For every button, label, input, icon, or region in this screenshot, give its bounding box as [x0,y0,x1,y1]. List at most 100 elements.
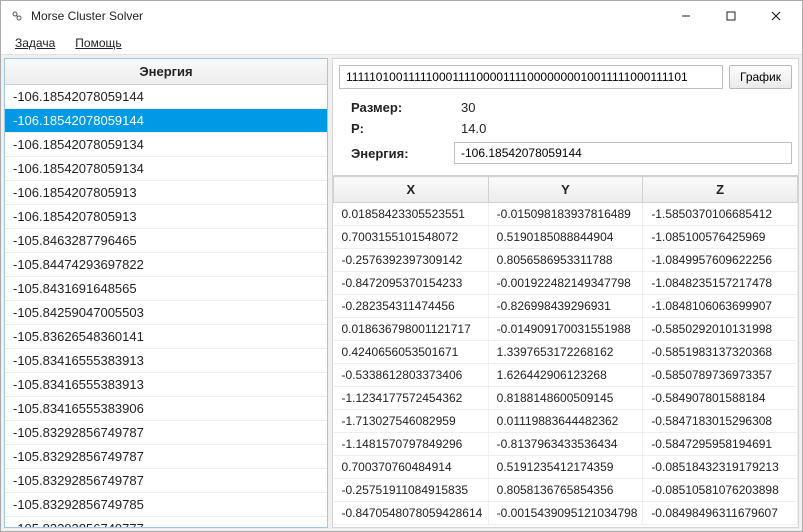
list-item[interactable]: -105.8431691648565 [5,277,327,301]
table-cell: -0.08510581076203898 [643,479,798,502]
table-cell: -0.826998439296931 [488,295,643,318]
window-controls [663,1,798,31]
list-item[interactable]: -105.83626548360141 [5,325,327,349]
table-cell: 0.5191235412174359 [488,456,643,479]
list-item[interactable]: -105.83292856749787 [5,421,327,445]
table-row[interactable]: -1.12341775724543620.8188148600509145-0.… [334,387,798,410]
table-cell: -1.0848235157217478 [643,272,798,295]
list-item[interactable]: -105.83416555383913 [5,349,327,373]
info-block: Размер: 30 P: 14.0 Энергия: [333,95,798,175]
menu-task[interactable]: Задача [9,34,61,52]
table-row[interactable]: -0.8472095370154233-0.001922482149347798… [334,272,798,295]
table-row[interactable]: -0.282354311474456-0.826998439296931-1.0… [334,295,798,318]
table-cell: -0.001922482149347798 [488,272,643,295]
titlebar: Morse Cluster Solver [1,1,802,31]
table-cell: 1.3397653172268162 [488,341,643,364]
energy-input[interactable] [454,142,792,164]
table-cell: 0.8056586953311788 [488,249,643,272]
table-cell: 1.626442906123268 [488,364,643,387]
list-item[interactable]: -105.8463287796465 [5,229,327,253]
table-cell: -0.2575191108491­5835 [334,479,489,502]
minimize-button[interactable] [663,1,708,31]
top-controls: График [333,59,798,95]
list-item[interactable]: -105.83416555383906 [5,397,327,421]
table-row[interactable]: -0.53386128033734061.626442906123268-0.5… [334,364,798,387]
table-cell: 0.01858423305523551 [334,203,489,226]
table-cell: 0.8058136765854356 [488,479,643,502]
table-cell: -0.5850789736973357 [643,364,798,387]
maximize-button[interactable] [708,1,753,31]
table-cell: -0.8137963433536434 [488,433,643,456]
table-cell: -0.585029201013­1998 [643,318,798,341]
list-item[interactable]: -105.83292856749787 [5,469,327,493]
table-cell: -1.0848106063699907 [643,295,798,318]
close-button[interactable] [753,1,798,31]
p-value: 14.0 [461,121,486,136]
binary-input[interactable] [339,65,723,89]
graph-button[interactable]: График [729,65,792,89]
table-cell: -0.584907801588184 [643,387,798,410]
energy-list-panel: Энергия -106.18542078059144-106.18542078… [4,58,328,528]
list-item[interactable]: -106.18542078059134 [5,133,327,157]
table-cell: 0.700370760484914 [334,456,489,479]
list-item[interactable]: -105.83292856749785 [5,493,327,517]
col-y[interactable]: Y [488,177,643,203]
list-item[interactable]: -106.1854207805913 [5,181,327,205]
table-cell: -1.1234177572454362 [334,387,489,410]
col-x[interactable]: X [334,177,489,203]
list-item[interactable]: -105.83292856749787 [5,445,327,469]
table-cell: -0.015098183937816489 [488,203,643,226]
coordinates-table: X Y Z 0.01858423305523551-0.015098183937… [333,176,798,525]
table-cell: 0.018636798001121717 [334,318,489,341]
col-z[interactable]: Z [643,177,798,203]
table-cell: -0.8472095370154233 [334,272,489,295]
menubar: Задача Помощь [1,31,802,55]
table-row[interactable]: -0.25763923973091420.8056586953311788-1.… [334,249,798,272]
table-cell: 0.8188148600509145 [488,387,643,410]
menu-help[interactable]: Помощь [69,34,127,52]
details-panel: График Размер: 30 P: 14.0 Энергия: [332,58,799,528]
app-icon [9,8,25,24]
table-row[interactable]: 0.7003707604849140.5191235412174359-0.08… [334,456,798,479]
app-window: Morse Cluster Solver Задача Помощь Энерг… [0,0,803,532]
table-cell: 0.011198836444­82362 [488,410,643,433]
content-area: Энергия -106.18542078059144-106.18542078… [1,55,802,531]
list-item[interactable]: -106.18542078059144 [5,85,327,109]
coordinates-table-wrap[interactable]: X Y Z 0.01858423305523551-0.015098183937… [333,175,798,527]
table-cell: -0.08518432319179213 [643,456,798,479]
size-label: Размер: [351,100,461,115]
table-cell: 0.7003155101548072 [334,226,489,249]
list-item[interactable]: -105.84259047005503 [5,301,327,325]
list-item[interactable]: -105.83416555383913 [5,373,327,397]
energy-list-header: Энергия [5,59,327,85]
table-cell: -0.5338612803373406 [334,364,489,387]
table-row[interactable]: -1.7130275460829­590.011198836444­82362-… [334,410,798,433]
table-cell: 0.4240656053501671 [334,341,489,364]
energy-list[interactable]: -106.18542078059144-106.18542078059144-1… [5,85,327,527]
table-cell: -0.282354311474456 [334,295,489,318]
table-cell: -1.1481570797849296 [334,433,489,456]
table-row[interactable]: -0.8470548078059428614-0.001543909512103… [334,502,798,525]
list-item[interactable]: -105.84474293697822 [5,253,327,277]
list-item[interactable]: -106.18542078059144 [5,109,327,133]
table-cell: -1.5850370106685412 [643,203,798,226]
table-row[interactable]: -1.1481570797849296-0.8137963433536434-0… [334,433,798,456]
table-cell: -1.0849957609622256 [643,249,798,272]
table-cell: -0.8470548078059428614 [334,502,489,525]
table-cell: -0.08498496311679607 [643,502,798,525]
table-row[interactable]: 0.42406560535016711.3397653172268162-0.5… [334,341,798,364]
table-cell: -0.5847295958194691 [643,433,798,456]
list-item[interactable]: -105.83292856749777 [5,517,327,527]
list-item[interactable]: -106.18542078059134 [5,157,327,181]
table-row[interactable]: -0.2575191108491­58350.8058136765854356-… [334,479,798,502]
table-cell: -1.7130275460829­59 [334,410,489,433]
table-row[interactable]: 0.01858423305523551-0.015098183937816489… [334,203,798,226]
table-cell: -0.014909170031551988 [488,318,643,341]
table-cell: -0.5847183015296308 [643,410,798,433]
table-cell: -0.2576392397309142 [334,249,489,272]
table-cell: 0.5190185088844904 [488,226,643,249]
table-row[interactable]: 0.018636798001121717-0.01490917003155198… [334,318,798,341]
list-item[interactable]: -106.1854207805913 [5,205,327,229]
window-title: Morse Cluster Solver [31,9,663,23]
table-row[interactable]: 0.70031551015480720.5190185088844904-1.0… [334,226,798,249]
